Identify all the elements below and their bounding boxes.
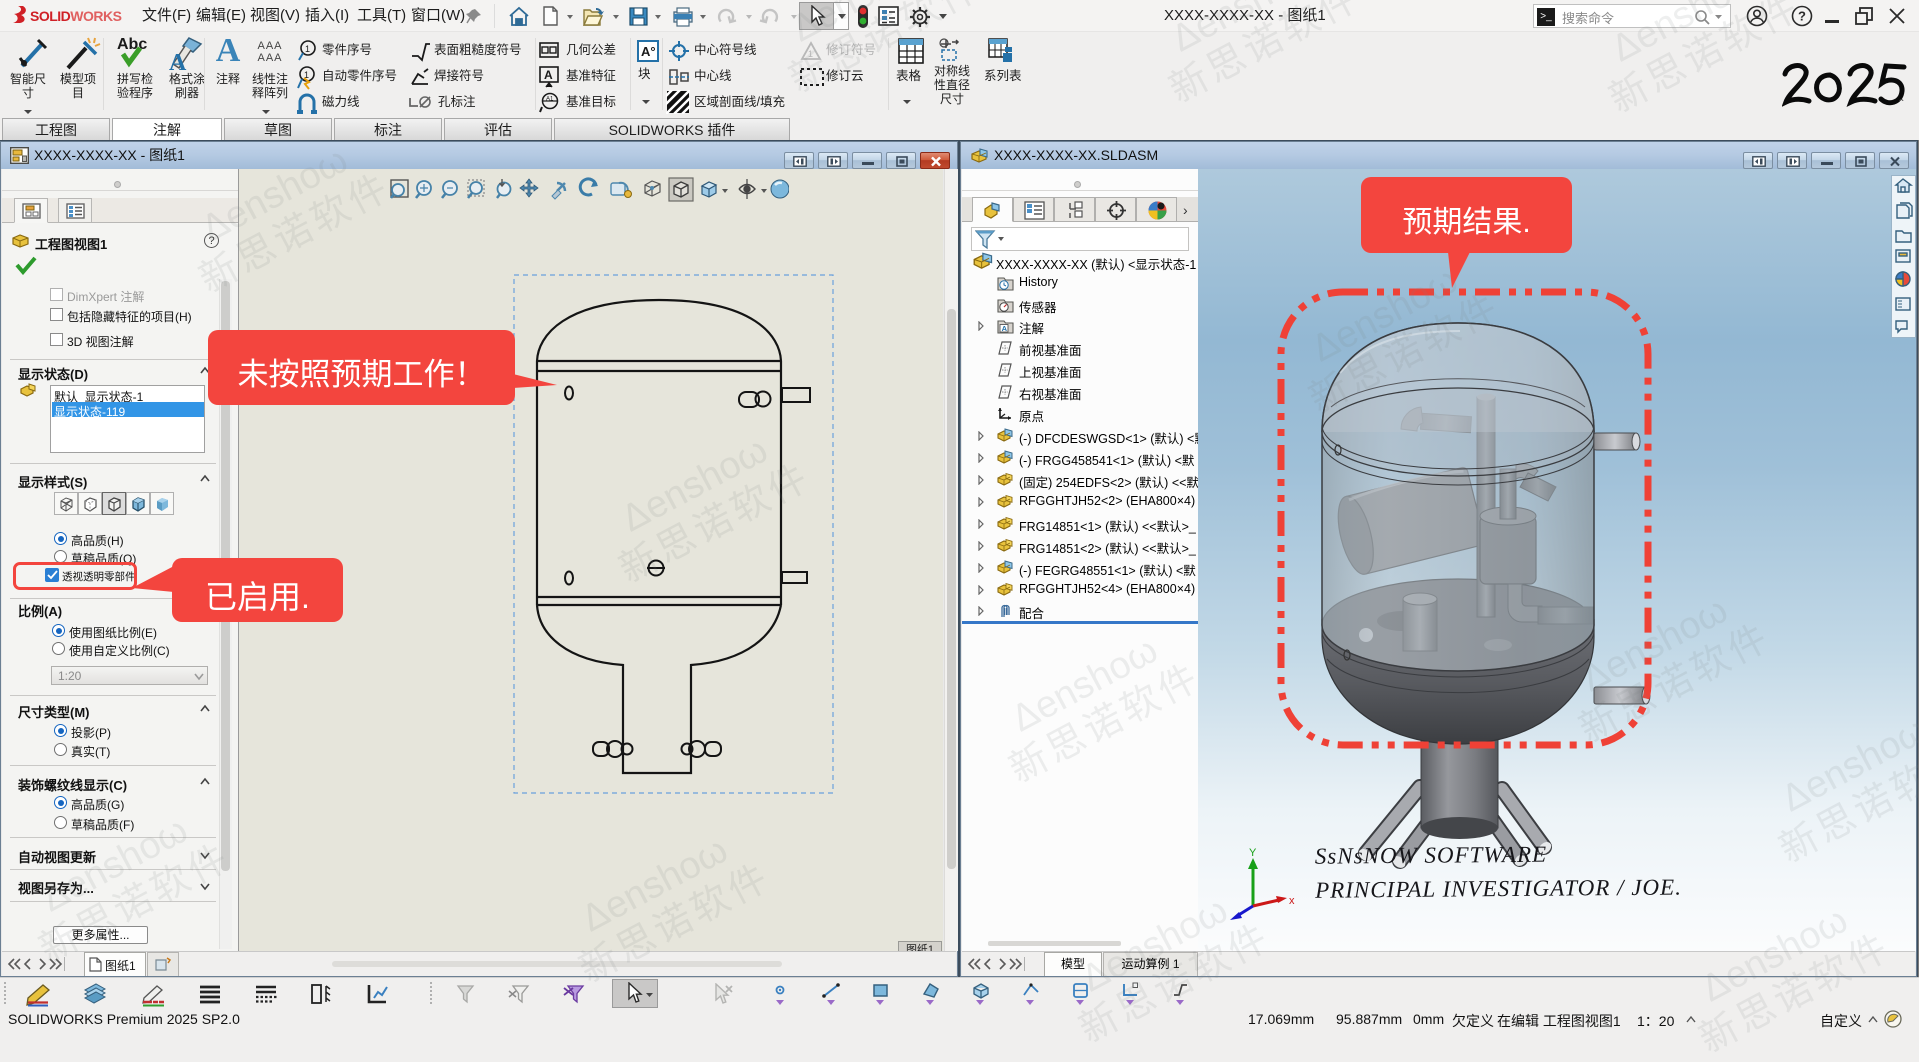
svg-text:A: A	[544, 68, 553, 82]
svg-text:x: x	[1289, 895, 1295, 907]
svg-text:SOLIDWORKS: SOLIDWORKS	[30, 8, 122, 24]
svg-text:A°: A°	[641, 44, 656, 59]
svg-text:1: 1	[305, 44, 310, 54]
svg-text:Abc: Abc	[117, 36, 147, 53]
svg-text:A1: A1	[546, 97, 554, 103]
svg-text:Y: Y	[1249, 847, 1257, 859]
svg-text:A: A	[1002, 324, 1008, 333]
svg-text:A: A	[169, 50, 187, 74]
